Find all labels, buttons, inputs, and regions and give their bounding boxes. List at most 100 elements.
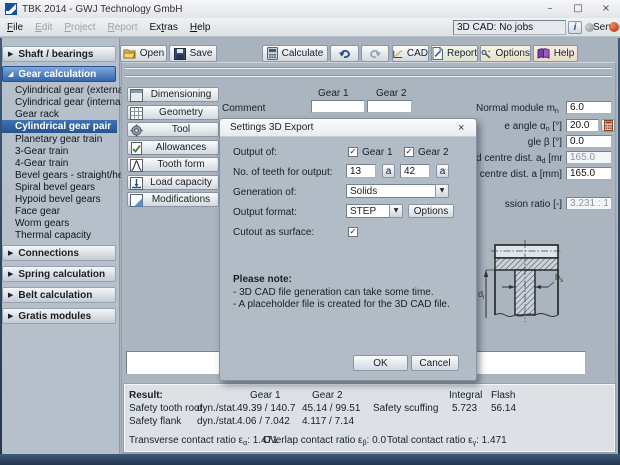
window-bottom-frame [0, 454, 620, 465]
diagram-di-label: di [478, 289, 484, 301]
gear2-column-header: Gear 2 [376, 88, 407, 99]
dropdown-arrow-icon[interactable]: ▼ [389, 204, 403, 218]
sidebar-section-gear-calculation[interactable]: ◢Gear calculation [2, 66, 116, 82]
result-row-mode: dyn./stat. [197, 416, 238, 427]
toolbar-separator [125, 67, 612, 69]
report-document-icon [432, 47, 443, 60]
sidebar-section-belt-calculation[interactable]: ▶Belt calculation [2, 287, 116, 303]
calculator-icon [267, 47, 278, 60]
minimize-button[interactable]: – [536, 0, 564, 17]
gear2-teeth-auto-button[interactable]: a [436, 164, 449, 178]
undo-button[interactable] [330, 45, 359, 62]
results-col-flash: Flash [491, 390, 515, 401]
dialog-close-icon[interactable]: × [458, 122, 464, 134]
sidebar-section-shaft-bearings[interactable]: ▶Shaft / bearings [2, 46, 116, 62]
menu-file[interactable]: File [7, 22, 23, 33]
sidebar-section-connections[interactable]: ▶Connections [2, 245, 116, 261]
pressure-angle-input[interactable] [566, 119, 599, 132]
centre-distance-label: centre dist. a [mm] [476, 169, 562, 180]
normal-module-input[interactable] [566, 101, 612, 114]
open-folder-icon [123, 48, 136, 59]
window-left-frame [0, 38, 2, 454]
cutout-checkbox[interactable]: ✓ [348, 227, 358, 237]
server-status-led [609, 22, 619, 32]
reference-centre-distance-label: d centre dist. ad [mm] [476, 153, 562, 165]
gear1-teeth-input[interactable] [346, 164, 376, 178]
result-row-gear1-value: 4.06 / 7.042 [237, 416, 290, 427]
transmission-ratio-label: ssion ratio [-] [476, 199, 562, 210]
transmission-ratio-input [566, 197, 612, 210]
helix-angle-input[interactable] [566, 135, 612, 148]
dropdown-arrow-icon[interactable]: ▼ [435, 184, 449, 198]
output-format-dropdown[interactable]: STEP ▼ [346, 204, 403, 218]
help-button[interactable]: Help [533, 45, 578, 62]
dimensioning-icon [130, 89, 143, 102]
app-window: { "window": {"title": "TBK 2014 - GWJ Te… [0, 0, 620, 465]
menu-report[interactable]: Report [107, 22, 137, 33]
centre-distance-input[interactable] [566, 167, 612, 180]
result-scuffing-label: Safety scuffing [373, 403, 438, 414]
menu-edit[interactable]: Edit [35, 22, 52, 33]
module-tool-button[interactable]: Tool [127, 122, 219, 137]
options-button[interactable]: Options [480, 45, 531, 62]
close-button[interactable]: × [592, 0, 620, 17]
overlap-contact-ratio: Overlap contact ratio εβ: 0.0 [263, 435, 386, 447]
collapsed-triangle-icon: ▶ [8, 270, 13, 278]
cancel-button[interactable]: Cancel [411, 355, 459, 371]
maximize-button[interactable]: □ [564, 0, 592, 17]
collapsed-triangle-icon: ▶ [8, 249, 13, 257]
redo-button[interactable] [361, 45, 389, 62]
diagram-bs-label: bs [555, 272, 564, 284]
load-capacity-icon [130, 177, 143, 190]
options-wrench-icon [481, 48, 492, 60]
title-bar: TBK 2014 - GWJ Technology GmbH [0, 0, 620, 19]
dialog-title: Settings 3D Export [230, 122, 313, 133]
ok-button[interactable]: OK [353, 355, 408, 371]
module-load-capacity-button[interactable]: Load capacity [127, 175, 219, 190]
sidebar-item-thermal-capacity[interactable]: Thermal capacity [2, 229, 117, 242]
module-tooth-form-button[interactable]: Tooth form [127, 157, 219, 172]
module-dimensioning-button[interactable]: Dimensioning [127, 87, 219, 102]
calculate-button[interactable]: Calculate [262, 45, 328, 62]
result-scuffing-flash: 56.14 [491, 403, 516, 414]
comment-gear2-input[interactable] [367, 100, 412, 113]
menu-project[interactable]: Project [64, 22, 95, 33]
result-row-mode: dyn./stat. [197, 403, 238, 414]
sidebar-section-spring-calculation[interactable]: ▶Spring calculation [2, 266, 116, 282]
module-modifications-button[interactable]: Modifications [127, 192, 219, 207]
menu-extras[interactable]: Extras [150, 22, 178, 33]
gear2-checkbox[interactable]: ✓ [404, 147, 414, 157]
expanded-triangle-icon: ◢ [8, 70, 13, 78]
report-button[interactable]: Report [431, 45, 478, 62]
module-geometry-button[interactable]: Geometry [127, 105, 219, 120]
result-scuffing-integral: 5.723 [452, 403, 477, 414]
info-button[interactable]: i [568, 21, 582, 34]
module-allowances-button[interactable]: Allowances [127, 140, 219, 155]
allowances-icon [130, 142, 143, 155]
comment-gear1-input[interactable] [311, 100, 365, 113]
generation-dropdown[interactable]: Solids ▼ [346, 184, 449, 198]
collapsed-triangle-icon: ▶ [8, 291, 13, 299]
open-button[interactable]: Open [120, 45, 167, 62]
gear2-teeth-input[interactable] [400, 164, 430, 178]
angle-calculator-button[interactable] [601, 119, 615, 132]
format-options-button[interactable]: Options [408, 204, 454, 218]
cad-icon [393, 48, 403, 60]
result-row-gear2-value: 4.117 / 7.14 [302, 416, 354, 427]
sidebar-item-cylindrical-gear-pair[interactable]: Cylindrical gear pair [2, 120, 117, 133]
tooth-form-icon [130, 159, 143, 172]
dialog-title-bar: Settings 3D Export × [220, 119, 476, 137]
cad-button[interactable]: CAD [392, 45, 429, 62]
results-col-gear1: Gear 1 [250, 390, 281, 401]
sidebar-section-gratis-modules[interactable]: ▶Gratis modules [2, 308, 116, 324]
gear1-teeth-auto-button[interactable]: a [382, 164, 395, 178]
result-row-name: Safety flank [129, 416, 181, 427]
app-icon [5, 3, 17, 15]
menu-help[interactable]: Help [190, 22, 211, 33]
gear1-checkbox[interactable]: ✓ [348, 147, 358, 157]
note-title: Please note: [233, 274, 292, 285]
save-button[interactable]: Save [169, 45, 217, 62]
pressure-angle-label: e angle αn [°] [476, 121, 562, 133]
cutout-as-surface-label: Cutout as surface: [233, 227, 314, 238]
total-contact-ratio: Total contact ratio εγ: 1.471 [387, 435, 507, 447]
